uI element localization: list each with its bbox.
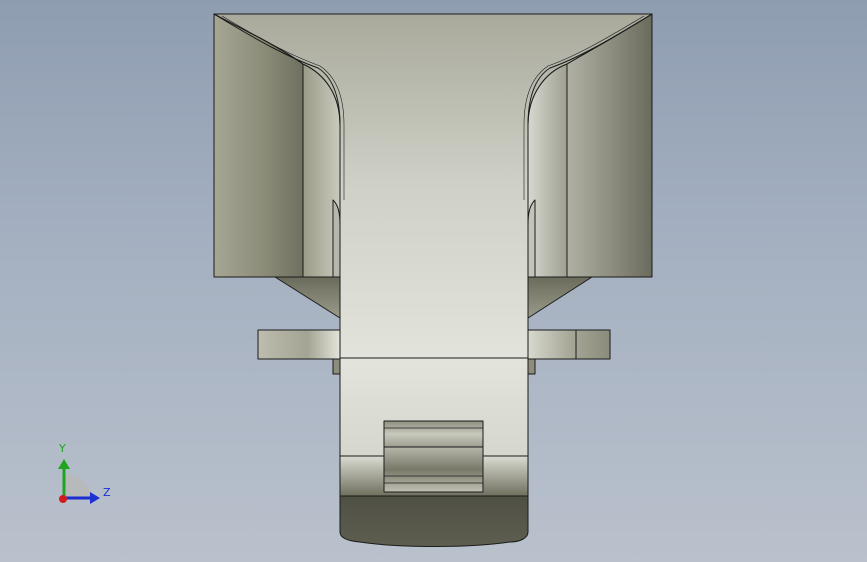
model-part[interactable] xyxy=(213,13,653,547)
left-side-tab xyxy=(257,329,341,360)
graphics-viewport[interactable]: Y Z xyxy=(0,0,867,562)
triad-x-axis-dot xyxy=(59,495,67,503)
model-canvas[interactable] xyxy=(0,0,867,562)
triad-y-arrow xyxy=(58,459,70,469)
left-underside-face xyxy=(274,276,341,319)
latch-lower xyxy=(383,446,484,493)
right-underside-face xyxy=(527,276,593,319)
triad-y-label: Y xyxy=(59,442,66,455)
right-tab-lip xyxy=(527,358,536,375)
triad-xz-plane xyxy=(66,474,93,500)
stem-base xyxy=(339,495,529,547)
reference-triad[interactable] xyxy=(58,459,100,504)
triad-z-label: Z xyxy=(103,486,111,499)
triad-z-arrow xyxy=(90,492,100,504)
right-side-tab xyxy=(527,329,611,360)
left-tab-lip xyxy=(332,358,341,375)
right-wing-recess xyxy=(527,199,536,278)
latch-upper xyxy=(383,420,484,448)
left-wing-recess xyxy=(332,199,341,278)
